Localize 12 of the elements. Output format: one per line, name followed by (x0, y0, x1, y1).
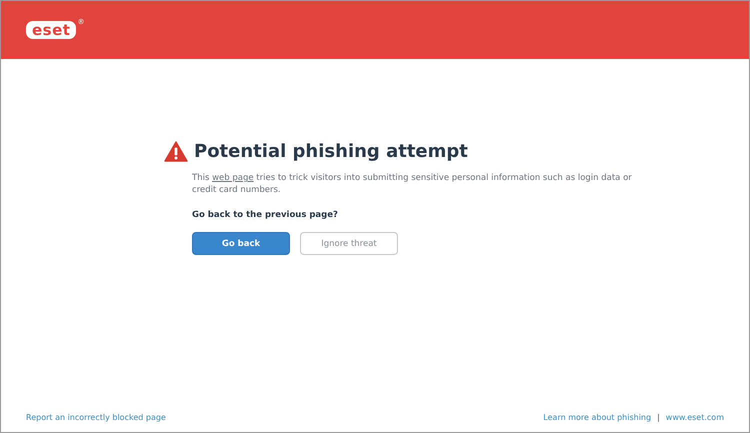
warning-icon (164, 141, 188, 162)
website-link[interactable]: www.eset.com (666, 412, 724, 422)
go-back-button[interactable]: Go back (192, 232, 290, 255)
ignore-threat-button[interactable]: Ignore threat (300, 232, 398, 255)
question-text: Go back to the previous page? (192, 210, 339, 220)
warning-description: This web page tries to trick visitors into submitting sensitive personal information such as login data or credit card numbers. (192, 172, 632, 196)
learn-more-link[interactable]: Learn more about phishing (543, 412, 652, 422)
report-link[interactable]: Report an incorrectly blocked page (26, 412, 166, 422)
separator-text: | (657, 412, 660, 422)
logo: eset (26, 21, 76, 39)
warning-title: Potential phishing attempt (194, 141, 468, 162)
web-page-link[interactable]: web page (212, 173, 254, 183)
